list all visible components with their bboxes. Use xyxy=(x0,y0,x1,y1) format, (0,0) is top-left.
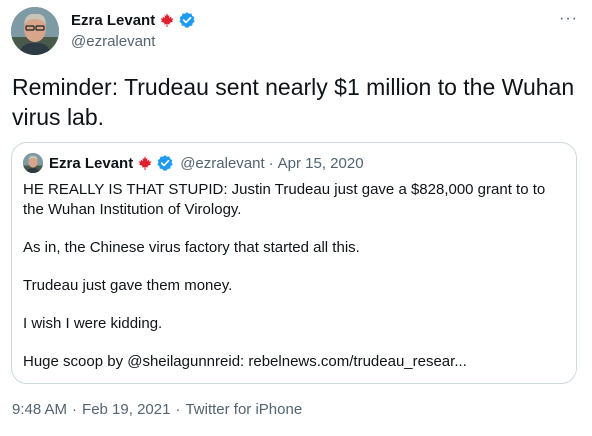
quoted-tweet-text: HE REALLY IS THAT STUPID: Justin Trudeau… xyxy=(23,180,563,390)
tweet-meta: 9:48 AM · Feb 19, 2021 · Twitter for iPh… xyxy=(12,401,302,418)
separator-dot: · xyxy=(268,154,274,172)
quoted-paragraph: Trudeau just gave them money. xyxy=(23,277,233,294)
verified-badge-icon xyxy=(156,154,174,172)
quoted-paragraph: As in, the Chinese virus factory that st… xyxy=(23,239,360,256)
tweet-date[interactable]: Feb 19, 2021 xyxy=(82,401,170,418)
maple-leaf-icon xyxy=(137,155,153,171)
tweet-text: Reminder: Trudeau sent nearly $1 million… xyxy=(12,74,575,130)
quoted-paragraph: HE REALLY IS THAT STUPID: Justin Trudeau… xyxy=(23,181,546,218)
maple-leaf-icon xyxy=(159,12,175,28)
quoted-tweet-date[interactable]: Apr 15, 2020 xyxy=(278,155,364,172)
quoted-tweet[interactable]: Ezra Levant @ezralevant · Apr 15, 2020 H… xyxy=(11,142,577,384)
separator-dot: · xyxy=(175,401,181,418)
tweet: Ezra Levant @ezralevant ··· Reminder: Tr… xyxy=(0,0,592,436)
author-avatar[interactable] xyxy=(11,7,59,55)
quoted-paragraph: I wish I were kidding. xyxy=(23,315,163,332)
more-options-icon[interactable]: ··· xyxy=(559,10,578,28)
quoted-tweet-header: Ezra Levant @ezralevant · Apr 15, 2020 xyxy=(23,153,364,173)
author-info: Ezra Levant @ezralevant xyxy=(71,10,196,50)
quoted-paragraph: Huge scoop by @sheilagunnreid: rebelnews… xyxy=(23,353,467,370)
tweet-time[interactable]: 9:48 AM xyxy=(12,401,67,418)
quoted-author-avatar xyxy=(23,153,43,173)
verified-badge-icon xyxy=(178,11,196,29)
author-name[interactable]: Ezra Levant xyxy=(71,12,155,29)
tweet-source[interactable]: Twitter for iPhone xyxy=(185,401,302,418)
quoted-author-name: Ezra Levant xyxy=(49,154,134,172)
author-handle[interactable]: @ezralevant xyxy=(71,33,196,50)
separator-dot: · xyxy=(72,401,78,418)
quoted-author-handle: @ezralevant xyxy=(180,154,265,172)
